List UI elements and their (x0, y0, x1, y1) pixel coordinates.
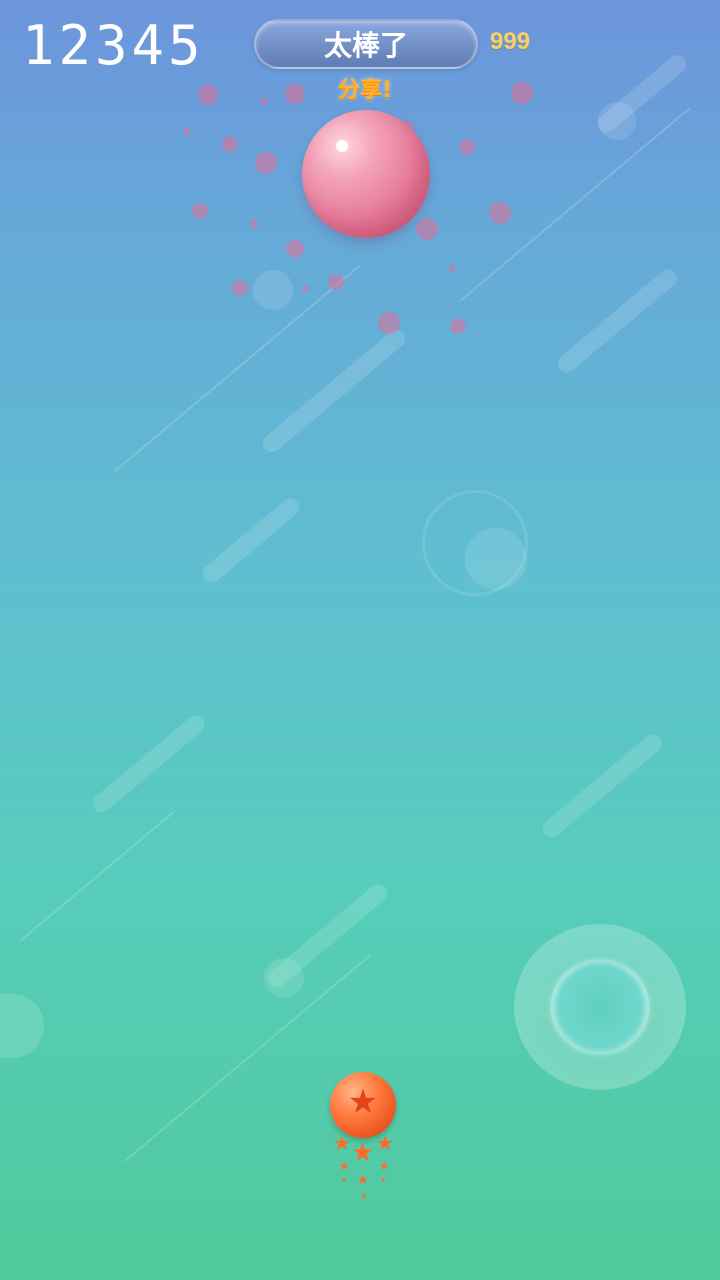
particle (489, 202, 511, 224)
decor-half-circle (0, 994, 44, 1058)
streak (199, 494, 303, 586)
particle (222, 136, 238, 152)
star-icon: ★ (360, 1192, 368, 1201)
share-button[interactable]: 分享! (330, 72, 400, 104)
score-counter: 12345 (22, 14, 205, 77)
particle (450, 318, 466, 334)
particle (328, 274, 344, 290)
star-icon: ★ (357, 1173, 369, 1188)
particle (416, 218, 438, 240)
particle (198, 85, 218, 105)
joystick-knob[interactable] (551, 960, 649, 1054)
streak (259, 326, 409, 456)
streak-line (19, 811, 174, 942)
decor-circle (598, 102, 636, 140)
star-icon: ★ (341, 1176, 348, 1184)
particle (459, 139, 475, 155)
streak (89, 712, 209, 816)
star-icon: ★ (333, 1131, 351, 1155)
decor-circle (264, 958, 304, 998)
decor-ring (422, 490, 528, 596)
star-icon: ★ (380, 1176, 387, 1184)
particle (302, 285, 309, 292)
particle (260, 98, 267, 105)
particle (192, 203, 208, 219)
star-icon: ★ (347, 1082, 379, 1122)
particle (232, 280, 248, 296)
joystick-control[interactable] (514, 924, 686, 1090)
particle (183, 128, 190, 135)
streak (539, 730, 666, 841)
particle (250, 220, 258, 228)
star-icon: ★ (339, 1159, 350, 1173)
praise-banner[interactable]: 太棒了 (254, 19, 478, 69)
star-icon: ★ (376, 1131, 394, 1155)
target-ball[interactable] (302, 110, 430, 238)
player-ball[interactable]: ★ (330, 1072, 396, 1138)
particle (378, 312, 400, 334)
particle (286, 240, 304, 258)
particle (285, 84, 305, 104)
decor-circle (253, 270, 293, 310)
particle (449, 265, 456, 272)
streak (554, 265, 681, 376)
star-icon: ★ (351, 1138, 375, 1168)
particle (255, 152, 277, 174)
coin-counter: 999 (490, 28, 531, 55)
particle (511, 82, 533, 104)
star-icon: ★ (379, 1159, 390, 1173)
